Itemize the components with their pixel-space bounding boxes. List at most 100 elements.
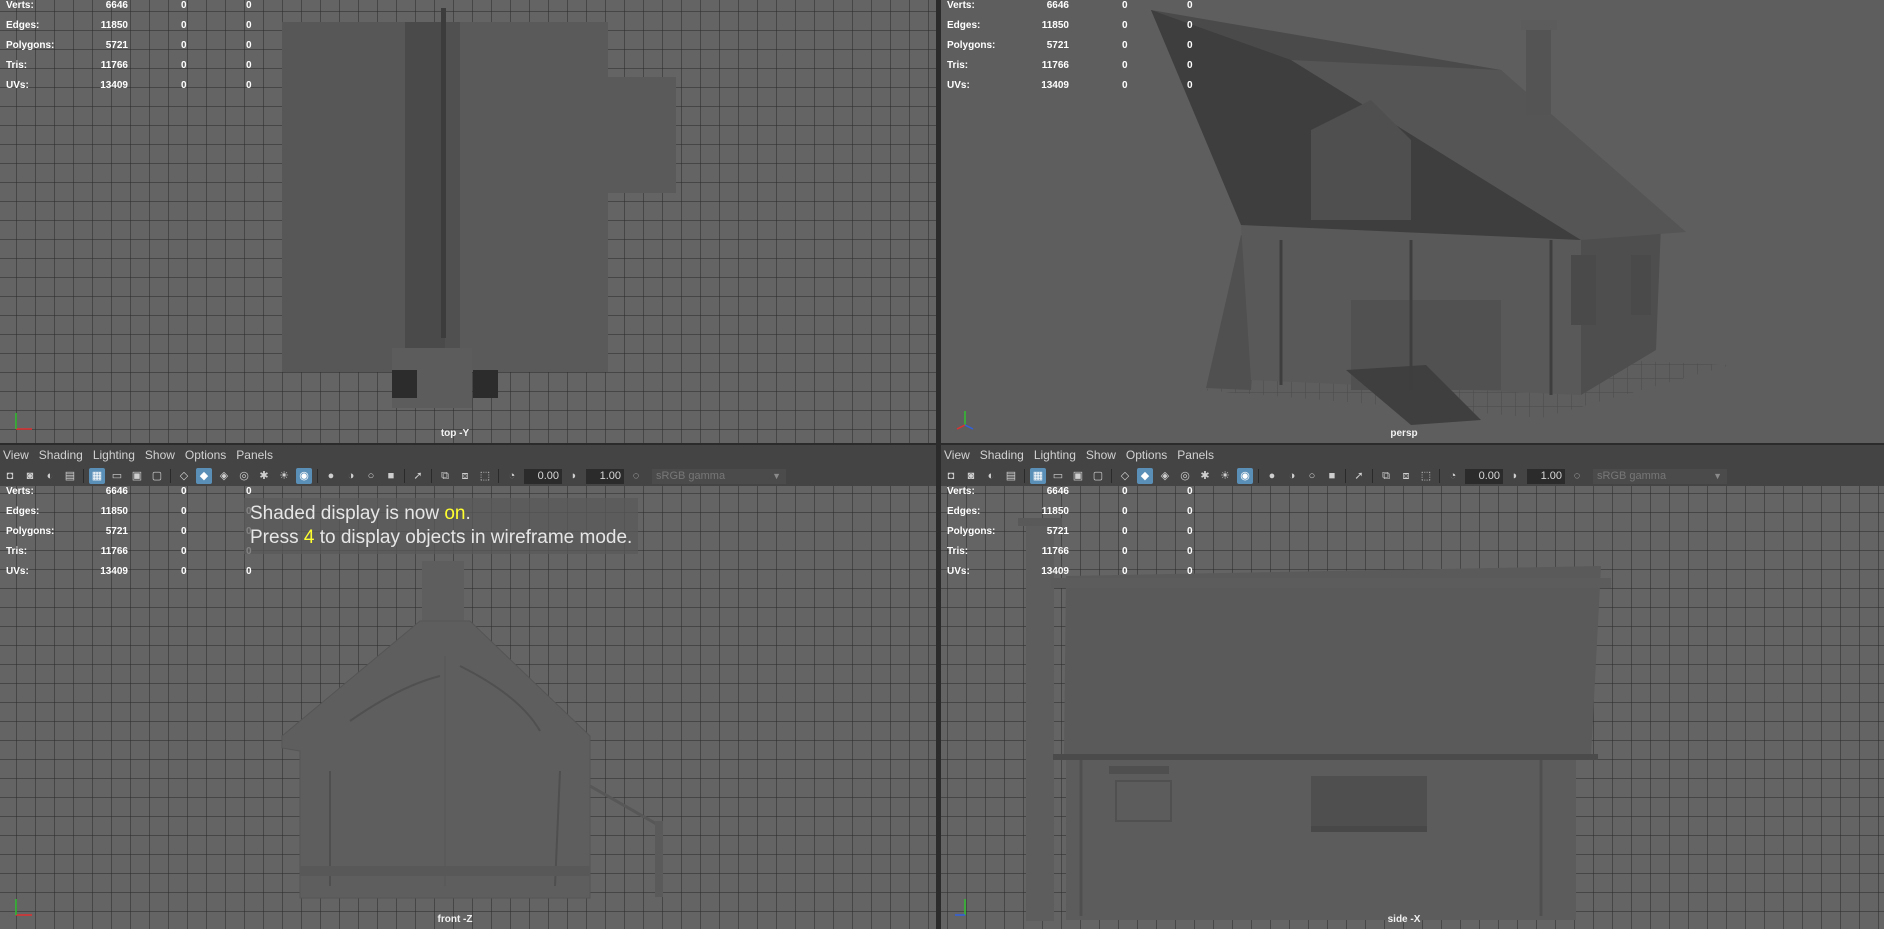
menu-panels[interactable]: Panels: [234, 448, 280, 462]
color-management-icon[interactable]: ◌: [628, 468, 644, 484]
gamma-icon[interactable]: ◗: [566, 468, 582, 484]
shadows-icon[interactable]: ☀: [276, 468, 292, 484]
ambient-occlusion-icon[interactable]: ■: [1324, 468, 1340, 484]
smooth-shade-icon[interactable]: ◆: [1137, 468, 1153, 484]
hud-value: 0: [1122, 20, 1128, 31]
ambient-occlusion-icon[interactable]: ■: [383, 468, 399, 484]
image-plane-icon[interactable]: ▤: [62, 468, 78, 484]
hud-value: 0: [181, 20, 187, 31]
hud-label: Verts:: [6, 486, 34, 497]
hud-row: UVs: 13409 0 0: [947, 80, 1207, 100]
hud-value: 0: [181, 566, 187, 577]
viewport-persp[interactable]: Verts: 6646 0 0 Edges: 11850 0 0 Polygons: 5721 0 0…: [941, 0, 1884, 443]
frame-selection-icon[interactable]: ⬚: [1418, 468, 1434, 484]
frame-all-icon[interactable]: ⧈: [1398, 468, 1414, 484]
gamma-field[interactable]: 1.00: [1527, 468, 1565, 484]
two-sided-lighting-icon[interactable]: ⧉: [437, 468, 453, 484]
isolate-select-icon[interactable]: ◉: [296, 468, 312, 484]
menu-lighting[interactable]: Lighting: [91, 448, 142, 462]
hud-value: 0: [246, 40, 252, 51]
viewport-front[interactable]: Verts: 6646 0 0 Edges: 11850 0 0 Polygons: 5721 0 0…: [0, 486, 936, 929]
hud-value: 13409: [1041, 80, 1069, 91]
hud-value: 13409: [1041, 566, 1069, 577]
hud-value: 0: [1187, 566, 1193, 577]
axis-gizmo-icon: [955, 899, 966, 916]
xray-joints-icon[interactable]: ◑: [343, 468, 359, 484]
select-cursor-icon[interactable]: ➚: [410, 468, 426, 484]
wireframe-on-shaded-icon[interactable]: ◈: [1157, 468, 1173, 484]
bookmark-icon[interactable]: ◐: [42, 468, 58, 484]
film-gate-icon[interactable]: ▭: [109, 468, 125, 484]
select-cursor-icon[interactable]: ➚: [1351, 468, 1367, 484]
hud-value: 5721: [1046, 526, 1069, 537]
smooth-shade-icon[interactable]: ◆: [196, 468, 212, 484]
menu-show[interactable]: Show: [143, 448, 182, 462]
gamma-field[interactable]: 1.00: [586, 468, 624, 484]
menu-options[interactable]: Options: [183, 448, 233, 462]
camera-select-icon[interactable]: ◘: [2, 468, 18, 484]
hud-label: Tris:: [947, 60, 969, 71]
menu-shading[interactable]: Shading: [978, 448, 1031, 462]
xray-icon[interactable]: ●: [323, 468, 339, 484]
shadows-icon[interactable]: ☀: [1217, 468, 1233, 484]
xray-components-icon[interactable]: ○: [363, 468, 379, 484]
resolution-gate-icon[interactable]: ▣: [1070, 468, 1086, 484]
gamma-icon[interactable]: ◗: [1507, 468, 1523, 484]
image-plane-icon[interactable]: ▤: [1003, 468, 1019, 484]
lighting-icon[interactable]: ✱: [256, 468, 272, 484]
lighting-icon[interactable]: ✱: [1197, 468, 1213, 484]
exposure-field[interactable]: 0.00: [1465, 468, 1503, 484]
hud-row: Polygons: 5721 0 0: [947, 526, 1207, 546]
safe-action-icon[interactable]: ▢: [149, 468, 165, 484]
menu-view[interactable]: View: [1, 448, 36, 462]
color-management-icon[interactable]: ◌: [1569, 468, 1585, 484]
textured-icon[interactable]: ◎: [1177, 468, 1193, 484]
viewport-divider-horizontal[interactable]: [0, 443, 1884, 445]
grid-toggle-icon[interactable]: ▦: [89, 468, 105, 484]
camera-select-icon[interactable]: ◘: [943, 468, 959, 484]
grid-toggle-icon[interactable]: ▦: [1030, 468, 1046, 484]
film-gate-icon[interactable]: ▭: [1050, 468, 1066, 484]
poly-count-hud: Verts: 6646 0 0 Edges: 11850 0 0 Polygons: 5721 0 0…: [947, 486, 1207, 586]
menu-view[interactable]: View: [942, 448, 977, 462]
bookmark-icon[interactable]: ◐: [983, 468, 999, 484]
menu-options[interactable]: Options: [1124, 448, 1174, 462]
viewport-top[interactable]: Verts: 6646 0 0 Edges: 11850 0 0 Polygons: 5721 0 0…: [0, 0, 936, 443]
camera-attributes-icon[interactable]: ◙: [963, 468, 979, 484]
hud-value: 0: [246, 486, 252, 497]
hud-value: 0: [1187, 0, 1193, 11]
hud-value: 0: [1122, 80, 1128, 91]
color-space-select[interactable]: sRGB gamma ▼: [652, 468, 786, 484]
isolate-select-icon[interactable]: ◉: [1237, 468, 1253, 484]
menu-lighting[interactable]: Lighting: [1032, 448, 1083, 462]
two-sided-lighting-icon[interactable]: ⧉: [1378, 468, 1394, 484]
camera-label-side: side -X: [1387, 914, 1421, 925]
resolution-gate-icon[interactable]: ▣: [129, 468, 145, 484]
exposure-icon[interactable]: ◔: [504, 468, 520, 484]
viewport-divider-vertical[interactable]: [936, 0, 941, 929]
menu-shading[interactable]: Shading: [37, 448, 90, 462]
wireframe-icon[interactable]: ◇: [176, 468, 192, 484]
exposure-icon[interactable]: ◔: [1445, 468, 1461, 484]
wireframe-on-shaded-icon[interactable]: ◈: [216, 468, 232, 484]
wireframe-icon[interactable]: ◇: [1117, 468, 1133, 484]
xray-components-icon[interactable]: ○: [1304, 468, 1320, 484]
safe-action-icon[interactable]: ▢: [1090, 468, 1106, 484]
hud-label: Tris:: [6, 60, 28, 71]
frame-selection-icon[interactable]: ⬚: [477, 468, 493, 484]
hud-row: Edges: 11850 0 0: [6, 20, 266, 40]
camera-attributes-icon[interactable]: ◙: [22, 468, 38, 484]
hud-value: 0: [181, 506, 187, 517]
frame-all-icon[interactable]: ⧈: [457, 468, 473, 484]
chevron-down-icon: ▼: [1713, 470, 1722, 481]
hud-row: Verts: 6646 0 0: [947, 0, 1207, 20]
textured-icon[interactable]: ◎: [236, 468, 252, 484]
viewport-side[interactable]: Verts: 6646 0 0 Edges: 11850 0 0 Polygons: 5721 0 0…: [941, 486, 1884, 929]
xray-icon[interactable]: ●: [1264, 468, 1280, 484]
xray-joints-icon[interactable]: ◑: [1284, 468, 1300, 484]
color-space-select[interactable]: sRGB gamma ▼: [1593, 468, 1727, 484]
menu-panels[interactable]: Panels: [1175, 448, 1221, 462]
menu-show[interactable]: Show: [1084, 448, 1123, 462]
exposure-field[interactable]: 0.00: [524, 468, 562, 484]
axis-gizmo-icon: [15, 413, 32, 430]
